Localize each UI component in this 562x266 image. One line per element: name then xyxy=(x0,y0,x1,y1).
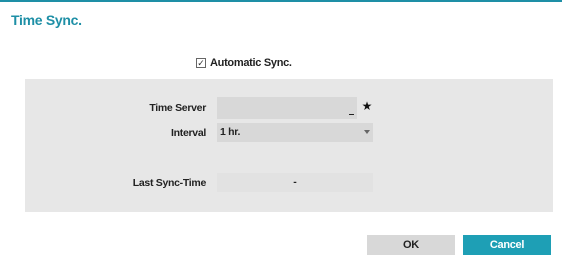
last-sync-time-field: - xyxy=(217,173,373,192)
interval-select[interactable]: 1 hr. xyxy=(217,123,373,142)
interval-label: Interval xyxy=(171,127,206,139)
last-sync-time-label: Last Sync-Time xyxy=(132,177,207,189)
ok-button[interactable]: OK xyxy=(367,235,455,255)
automatic-sync-checkbox[interactable]: ✓ xyxy=(196,58,206,68)
last-sync-time-value: - xyxy=(293,176,297,188)
cancel-button[interactable]: Cancel xyxy=(463,235,551,255)
star-icon[interactable]: ★ xyxy=(361,99,373,113)
chevron-down-icon xyxy=(364,130,370,134)
automatic-sync-option[interactable]: ✓ Automatic Sync. xyxy=(196,56,292,70)
text-cursor xyxy=(349,114,354,115)
time-server-label: Time Server xyxy=(149,102,206,114)
time-sync-dialog: Time Sync. ✓ Automatic Sync. Time Server… xyxy=(0,0,562,266)
interval-selected-value: 1 hr. xyxy=(220,126,241,138)
time-server-input[interactable] xyxy=(217,97,357,119)
dialog-title: Time Sync. xyxy=(11,12,82,28)
automatic-sync-label[interactable]: Automatic Sync. xyxy=(210,57,292,69)
